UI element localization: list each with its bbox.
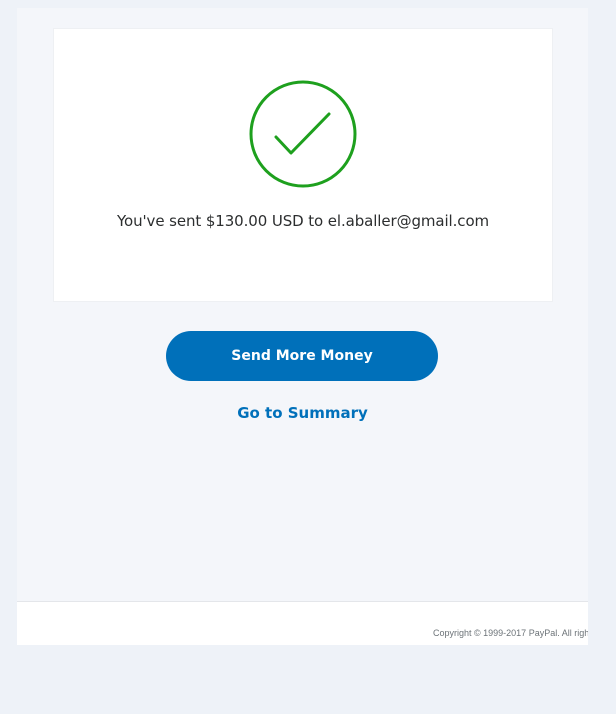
copyright-text: Copyright © 1999-2017 PayPal. All rights… xyxy=(433,628,588,638)
footer: Copyright © 1999-2017 PayPal. All rights… xyxy=(17,601,588,645)
go-to-summary-link[interactable]: Go to Summary xyxy=(17,404,588,422)
confirmation-card: You've sent $130.00 USD to el.aballer@gm… xyxy=(53,28,553,302)
send-more-money-button[interactable]: Send More Money xyxy=(166,331,438,381)
page-content: You've sent $130.00 USD to el.aballer@gm… xyxy=(17,8,588,645)
confirmation-message: You've sent $130.00 USD to el.aballer@gm… xyxy=(116,212,490,230)
checkmark-circle-icon xyxy=(249,80,357,188)
